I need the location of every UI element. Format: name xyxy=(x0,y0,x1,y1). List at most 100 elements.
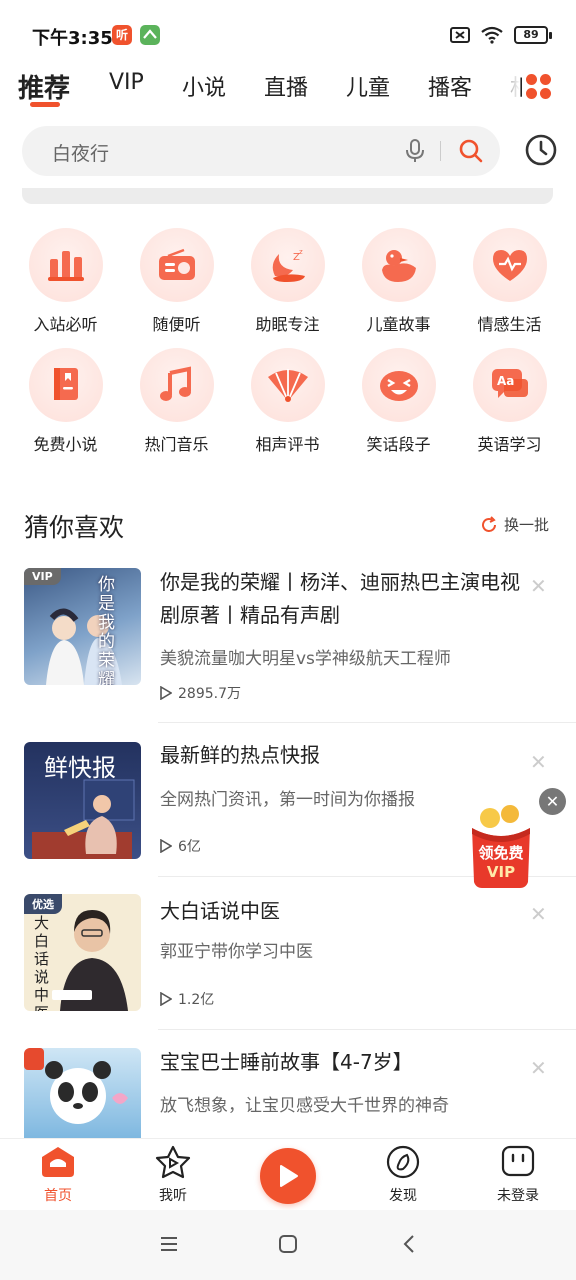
album-cover[interactable]: 鲜快报 xyxy=(24,742,141,859)
fan-icon xyxy=(267,369,308,402)
item-title[interactable]: 你是我的荣耀丨杨洋、迪丽热巴主演电视剧原著丨精品有声剧 xyxy=(160,566,520,632)
item-title[interactable]: 宝宝巴士睡前故事【4-7岁】 xyxy=(160,1046,520,1079)
cover-title-text: 你是我的荣耀 xyxy=(98,575,115,686)
moon-icon: Zz xyxy=(272,248,305,282)
home-square-icon[interactable] xyxy=(278,1234,298,1254)
category-label: 热门音乐 xyxy=(144,435,209,454)
wifi-icon xyxy=(481,26,503,44)
item-description: 美貌流量咖大明星vs学神级航天工程师 xyxy=(160,649,451,669)
star-play-icon xyxy=(155,1145,191,1179)
play-count: 6亿 xyxy=(160,836,201,856)
play-count-value: 6亿 xyxy=(178,839,201,855)
english-chat-icon: Aa xyxy=(491,369,528,398)
home-icon xyxy=(42,1147,74,1177)
category-english[interactable]: Aa 英语学习 xyxy=(454,348,565,455)
status-indicators: 89 xyxy=(450,26,552,44)
divider xyxy=(158,722,576,723)
play-count-value: 1.2亿 xyxy=(178,992,215,1008)
item-title[interactable]: 最新鲜的热点快报 xyxy=(160,739,520,772)
search-bar[interactable]: 白夜行 xyxy=(22,126,500,176)
album-cover[interactable] xyxy=(24,1048,141,1138)
category-label: 英语学习 xyxy=(477,435,542,454)
category-kids-story[interactable]: 儿童故事 xyxy=(343,228,454,335)
all-categories-button[interactable] xyxy=(522,69,556,103)
close-float-icon[interactable]: ✕ xyxy=(539,788,566,815)
tab-live[interactable]: 直播 xyxy=(264,70,308,102)
category-label: 相声评书 xyxy=(255,435,320,454)
laugh-face-icon xyxy=(379,371,418,401)
radio-icon xyxy=(158,248,195,280)
nav-label: 我听 xyxy=(159,1188,187,1204)
bar-chart-icon xyxy=(47,251,84,281)
status-bar: 下午3:35 听 89 xyxy=(0,0,576,62)
refresh-label: 换一批 xyxy=(504,516,550,534)
category-label: 儿童故事 xyxy=(366,315,431,334)
app-notification-icon xyxy=(140,25,160,45)
nav-profile[interactable]: 未登录 xyxy=(478,1145,558,1205)
nav-my-listen[interactable]: 我听 xyxy=(133,1145,213,1205)
heart-icon xyxy=(492,250,527,281)
category-jokes[interactable]: 笑话段子 xyxy=(343,348,454,455)
active-tab-indicator xyxy=(30,102,60,107)
category-label: 免费小说 xyxy=(33,435,98,454)
tab-novel[interactable]: 小说 xyxy=(182,70,226,102)
microphone-icon[interactable] xyxy=(404,138,426,164)
banner-placeholder[interactable] xyxy=(22,188,553,204)
play-count-icon xyxy=(160,839,172,853)
tab-kids[interactable]: 儿童 xyxy=(346,70,390,102)
refresh-icon xyxy=(482,515,496,532)
category-label: 助眠专注 xyxy=(255,315,320,334)
item-title[interactable]: 大白话说中医 xyxy=(160,895,520,928)
float-vip-line2: VIP xyxy=(486,863,516,881)
dismiss-icon[interactable]: ✕ xyxy=(530,902,547,926)
item-description: 郭亚宁带你学习中医 xyxy=(160,942,313,962)
category-crosstalk[interactable]: 相声评书 xyxy=(232,348,343,455)
tab-podcast[interactable]: 播客 xyxy=(428,70,472,102)
refresh-batch-button[interactable]: 换一批 xyxy=(480,514,549,535)
bottom-nav: 首页 我听 发现 未登录 xyxy=(0,1138,576,1210)
dismiss-icon[interactable]: ✕ xyxy=(530,1056,547,1080)
nav-label: 发现 xyxy=(389,1188,417,1204)
search-icon[interactable] xyxy=(458,138,484,164)
cover-title-text: 大白话说中医 xyxy=(34,914,50,1011)
nav-discover[interactable]: 发现 xyxy=(363,1145,443,1205)
compass-icon xyxy=(386,1145,420,1179)
nav-label: 未登录 xyxy=(497,1188,539,1204)
float-vip-text: 领免费 VIP xyxy=(468,842,534,881)
play-icon xyxy=(280,1165,298,1187)
dismiss-icon[interactable]: ✕ xyxy=(530,750,547,774)
tab-recommend[interactable]: 推荐 xyxy=(18,68,70,105)
category-hot-music[interactable]: 热门音乐 xyxy=(121,348,232,455)
vip-badge: VIP xyxy=(24,568,61,585)
search-input[interactable]: 白夜行 xyxy=(52,139,109,166)
tab-vip[interactable]: VIP xyxy=(109,70,144,95)
menu-icon[interactable] xyxy=(159,1234,179,1254)
duck-icon xyxy=(381,250,416,282)
category-sleep[interactable]: Zz 助眠专注 xyxy=(232,228,343,335)
status-time: 下午3:35 xyxy=(32,28,113,49)
category-label: 情感生活 xyxy=(477,315,542,334)
category-random[interactable]: 随便听 xyxy=(121,228,232,335)
selected-badge: 优选 xyxy=(24,894,62,914)
cover-title-text: 鲜快报 xyxy=(44,754,116,782)
free-vip-float-button[interactable]: 领免费 VIP xyxy=(468,804,534,890)
category-emotion[interactable]: 情感生活 xyxy=(454,228,565,335)
history-clock-icon[interactable] xyxy=(524,133,558,167)
category-label: 入站必听 xyxy=(33,315,98,334)
divider xyxy=(158,1029,576,1030)
play-button[interactable] xyxy=(260,1148,316,1204)
category-label: 笑话段子 xyxy=(366,435,431,454)
category-tabs: 推荐 VIP 小说 直播 儿童 播客 相 xyxy=(0,62,576,112)
album-cover[interactable]: 优选 大白话说中医 xyxy=(24,894,141,1011)
battery-indicator: 89 xyxy=(514,26,552,44)
category-must-listen[interactable]: 入站必听 xyxy=(10,228,121,335)
dismiss-icon[interactable]: ✕ xyxy=(530,574,547,598)
nav-home[interactable]: 首页 xyxy=(18,1145,98,1205)
music-note-icon xyxy=(159,366,191,401)
back-icon[interactable] xyxy=(400,1234,420,1254)
item-description: 放飞想象，让宝贝感受大千世界的神奇 xyxy=(160,1096,449,1116)
album-cover[interactable]: VIP 你是我的荣耀 xyxy=(24,568,141,685)
book-icon xyxy=(53,368,78,400)
category-free-novel[interactable]: 免费小说 xyxy=(10,348,121,455)
tabs-fade xyxy=(490,62,520,112)
